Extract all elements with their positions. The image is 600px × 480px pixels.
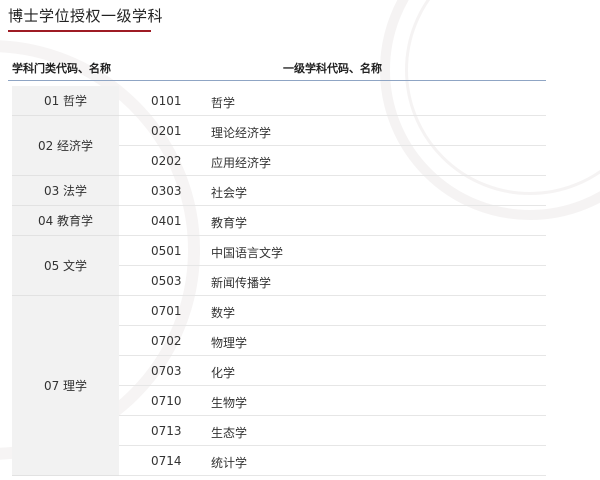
discipline-name: 理论经济学 xyxy=(211,126,272,140)
table-row: 0703 化学 xyxy=(119,356,546,386)
header-discipline-category: 学科门类代码、名称 xyxy=(12,62,111,75)
page: 博士学位授权一级学科 学科门类代码、名称 一级学科代码、名称 01 哲学 0101… xyxy=(0,0,600,480)
table-row: 0702 物理学 xyxy=(119,326,546,356)
table-row: 0701 数学 xyxy=(119,296,546,326)
discipline-code: 0703 xyxy=(151,364,182,378)
discipline-code: 0702 xyxy=(151,334,182,348)
discipline-table: 01 哲学 0101 哲学 02 经济学 0201 理论经济学 0202 应用经济学 03 法学… xyxy=(12,86,546,480)
category-cell: 01 哲学 xyxy=(12,86,119,116)
table-row: 0710 生物学 xyxy=(119,386,546,416)
category-cell: 07 理学 xyxy=(12,296,119,476)
discipline-code: 0303 xyxy=(151,184,182,198)
discipline-code: 0201 xyxy=(151,124,182,138)
discipline-name: 教育学 xyxy=(211,216,248,230)
discipline-name: 哲学 xyxy=(211,96,236,110)
discipline-code: 0202 xyxy=(151,154,182,168)
category-cell: 04 教育学 xyxy=(12,206,119,236)
discipline-code: 0713 xyxy=(151,424,182,438)
discipline-name: 化学 xyxy=(211,366,236,380)
discipline-name: 社会学 xyxy=(211,186,248,200)
table-header: 学科门类代码、名称 一级学科代码、名称 xyxy=(8,58,546,82)
table-row: 0202 应用经济学 xyxy=(119,146,546,176)
discipline-name: 中国语言文学 xyxy=(211,246,284,260)
page-title: 博士学位授权一级学科 xyxy=(8,7,164,25)
table-row: 0501 中国语言文学 xyxy=(119,236,546,266)
title-underline xyxy=(8,30,151,32)
discipline-code: 0714 xyxy=(151,454,182,468)
table-row: 0714 统计学 xyxy=(119,446,546,476)
discipline-name: 新闻传播学 xyxy=(211,276,272,290)
discipline-name: 生物学 xyxy=(211,396,248,410)
table-row: 0201 理论经济学 xyxy=(119,116,546,146)
discipline-name: 数学 xyxy=(211,306,236,320)
discipline-code: 0710 xyxy=(151,394,182,408)
table-row: 0713 生态学 xyxy=(119,416,546,446)
discipline-name: 统计学 xyxy=(211,456,248,470)
category-cell: 02 经济学 xyxy=(12,116,119,176)
category-cell: 03 法学 xyxy=(12,176,119,206)
table-row: 0401 教育学 xyxy=(119,206,546,236)
discipline-code: 0401 xyxy=(151,214,182,228)
category-cell: 05 文学 xyxy=(12,236,119,296)
discipline-code: 0701 xyxy=(151,304,182,318)
header-divider xyxy=(8,80,546,81)
discipline-name: 物理学 xyxy=(211,336,248,350)
discipline-name: 应用经济学 xyxy=(211,156,272,170)
discipline-code: 0501 xyxy=(151,244,182,258)
table-row: 0303 社会学 xyxy=(119,176,546,206)
table-row: 0503 新闻传播学 xyxy=(119,266,546,296)
discipline-code: 0101 xyxy=(151,94,182,108)
discipline-name: 生态学 xyxy=(211,426,248,440)
discipline-code: 0503 xyxy=(151,274,182,288)
header-first-level-discipline: 一级学科代码、名称 xyxy=(283,62,382,75)
table-row: 0101 哲学 xyxy=(119,86,546,116)
